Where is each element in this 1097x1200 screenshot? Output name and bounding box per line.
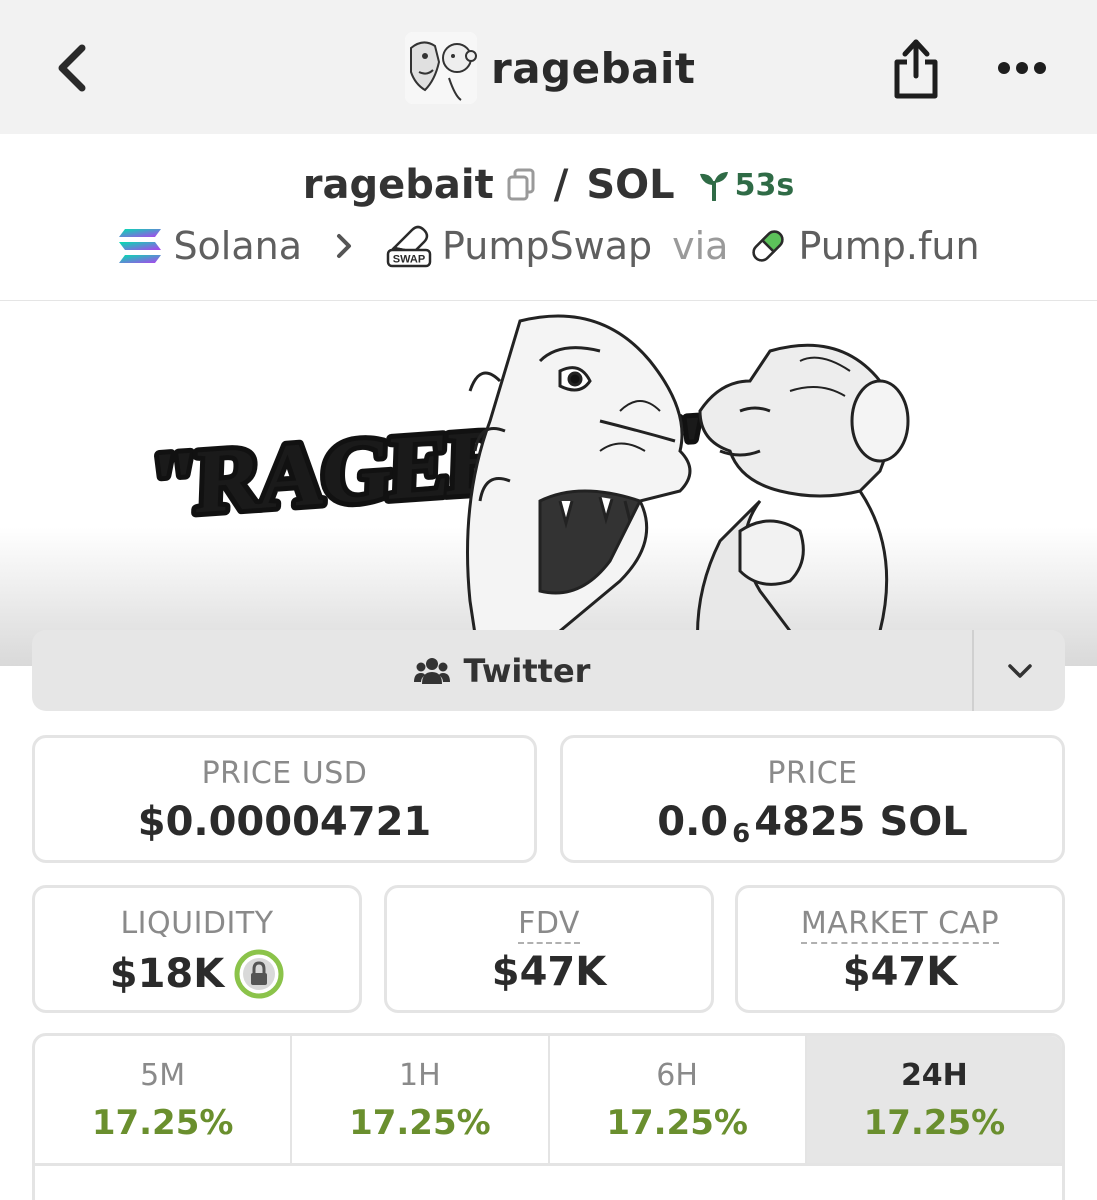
- back-button[interactable]: [44, 36, 100, 100]
- price-native-prefix: 0.0: [657, 799, 729, 845]
- chevron-down-icon: [1007, 663, 1032, 678]
- chevron-left-icon: [58, 44, 86, 92]
- top-navigation-bar: ragebait: [0, 0, 1097, 134]
- price-native-value: 0.0 6 4825 SOL: [563, 799, 1062, 849]
- more-dots-icon: [998, 62, 1046, 74]
- launchpad-name[interactable]: Pump.fun: [798, 224, 979, 268]
- tab-24h-label: 24H: [900, 1058, 968, 1093]
- price-native-zero-count: 6: [732, 819, 751, 849]
- fdv-card: FDV $47K: [384, 885, 714, 1013]
- price-native-label: PRICE: [767, 756, 858, 791]
- twitter-label: Twitter: [463, 651, 591, 690]
- tab-1h-change: 17.25%: [349, 1103, 491, 1143]
- tab-5m-label: 5M: [140, 1058, 186, 1093]
- pair-age-text: 53s: [734, 167, 795, 203]
- via-label: via: [672, 224, 729, 268]
- users-icon: [413, 657, 450, 684]
- chevron-right-icon: [337, 234, 352, 258]
- pair-age-badge: 53s: [697, 167, 795, 203]
- swap-badge-text: SWAP: [393, 254, 425, 266]
- sprout-icon: [699, 172, 728, 201]
- more-links-dropdown[interactable]: [972, 630, 1065, 711]
- liquidity-row: $18K: [35, 949, 359, 999]
- tab-6h-change: 17.25%: [606, 1103, 748, 1143]
- price-change-tabs: 5M 17.25% 1H 17.25% 6H 17.25% 24H 17.25%: [32, 1033, 1065, 1200]
- price-usd-card: PRICE USD $0.00004721: [32, 735, 537, 863]
- token-title: ragebait: [405, 30, 695, 106]
- social-links-bar: Twitter: [32, 630, 1065, 711]
- pair-separator: /: [553, 162, 569, 208]
- tab-5m-change: 17.25%: [91, 1103, 234, 1143]
- nav-title: ragebait: [491, 43, 696, 93]
- liquidity-value: $18K: [109, 951, 225, 997]
- token-avatar: [405, 32, 477, 104]
- liquidity-label: LIQUIDITY: [120, 906, 274, 941]
- market-cap-card: MARKET CAP $47K: [735, 885, 1065, 1013]
- monkey-drawing: [696, 343, 910, 666]
- solana-icon: [119, 229, 162, 263]
- pair-line: ragebait / SOL 53s: [0, 162, 1097, 208]
- tab-6h[interactable]: 6H 17.25%: [550, 1036, 807, 1163]
- copy-icon[interactable]: [506, 168, 536, 202]
- banner-illustration: "RAGEBAIT" "RAGEBAIT": [141, 314, 910, 666]
- fdv-label[interactable]: FDV: [518, 906, 580, 944]
- chain-breadcrumb: Solana SWAP PumpSwap via Pump.fun: [0, 224, 1097, 268]
- twitter-button[interactable]: Twitter: [32, 630, 972, 711]
- more-options-button[interactable]: [990, 44, 1054, 92]
- price-usd-label: PRICE USD: [201, 756, 368, 791]
- share-icon: [894, 39, 938, 99]
- chain-name[interactable]: Solana: [173, 224, 302, 268]
- market-cap-label[interactable]: MARKET CAP: [800, 906, 1000, 944]
- lion-drawing: [466, 314, 692, 666]
- pair-header: ragebait / SOL 53s Solana SWAP PumpSwap …: [0, 134, 1097, 300]
- tab-5m[interactable]: 5M 17.25%: [35, 1036, 293, 1163]
- tab-24h[interactable]: 24H 17.25%: [806, 1036, 1062, 1163]
- tab-24h-change: 17.25%: [863, 1103, 1006, 1143]
- lock-icon[interactable]: [234, 949, 284, 999]
- price-native-suffix: 4825 SOL: [754, 799, 968, 845]
- token-banner-image: "RAGEBAIT" "RAGEBAIT": [0, 300, 1097, 666]
- tab-1h-label: 1H: [399, 1058, 441, 1093]
- pair-quote-symbol: SOL: [586, 162, 675, 208]
- liquidity-card: LIQUIDITY $18K: [32, 885, 362, 1013]
- pill-icon: [752, 230, 785, 262]
- market-cap-value: $47K: [842, 949, 958, 995]
- tab-6h-label: 6H: [656, 1058, 698, 1093]
- pair-base-symbol: ragebait: [302, 162, 494, 208]
- pumpswap-icon: SWAP: [386, 225, 432, 268]
- dex-name[interactable]: PumpSwap: [442, 224, 652, 268]
- share-button[interactable]: [884, 32, 948, 104]
- price-usd-value: $0.00004721: [137, 799, 432, 845]
- price-native-card: PRICE 0.0 6 4825 SOL: [560, 735, 1065, 863]
- tab-1h[interactable]: 1H 17.25%: [292, 1036, 550, 1163]
- lion-monkey-avatar-icon: [405, 32, 477, 104]
- fdv-value: $47K: [491, 949, 607, 995]
